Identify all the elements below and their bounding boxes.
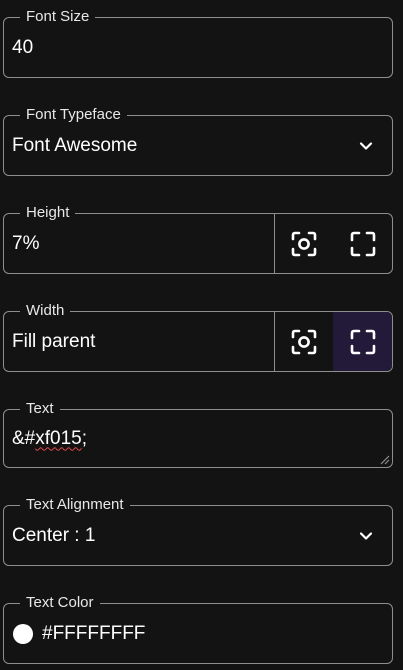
width-focus-button[interactable]	[275, 312, 333, 371]
height-label: Height	[20, 204, 76, 222]
focus-target-icon	[291, 329, 317, 354]
text-color-field[interactable]: Text Color #FFFFFFFF	[3, 594, 393, 664]
width-fill-button[interactable]	[333, 312, 392, 371]
text-alignment-label: Text Alignment	[20, 496, 130, 514]
text-alignment-value[interactable]: Center : 1	[12, 525, 95, 547]
text-field[interactable]: Text &#xf015;	[3, 400, 393, 468]
height-fill-button[interactable]	[333, 214, 392, 273]
text-input[interactable]: &#xf015;	[12, 428, 87, 450]
font-typeface-value[interactable]: Font Awesome	[12, 135, 137, 157]
font-size-label: Font Size	[20, 8, 96, 26]
properties-panel: Font Size 40 Font Typeface Font Awesome …	[0, 0, 403, 670]
font-size-input[interactable]: 40	[12, 37, 33, 59]
font-size-field[interactable]: Font Size 40	[3, 8, 393, 78]
width-input[interactable]: Fill parent	[12, 331, 95, 353]
height-focus-button[interactable]	[275, 214, 333, 273]
height-field: Height 7%	[3, 204, 393, 274]
fullscreen-icon	[350, 329, 375, 354]
font-typeface-select[interactable]: Font Typeface Font Awesome	[3, 106, 393, 176]
text-color-label: Text Color	[20, 594, 100, 612]
color-swatch[interactable]	[13, 623, 33, 644]
focus-target-icon	[291, 231, 317, 256]
text-value-prefix: &#	[12, 427, 36, 449]
chevron-down-icon[interactable]	[358, 528, 374, 544]
font-typeface-label: Font Typeface	[20, 106, 127, 124]
text-color-input[interactable]: #FFFFFFFF	[42, 623, 145, 645]
spellcheck-flagged-text: xf015	[35, 427, 82, 449]
width-label: Width	[20, 302, 71, 320]
height-input[interactable]: 7%	[12, 233, 39, 255]
fullscreen-icon	[350, 231, 375, 256]
text-value-suffix: ;	[81, 427, 88, 449]
width-field: Width Fill parent	[3, 302, 393, 372]
resize-handle-icon[interactable]	[380, 455, 390, 465]
chevron-down-icon[interactable]	[358, 138, 374, 154]
text-label: Text	[20, 400, 60, 418]
text-alignment-select[interactable]: Text Alignment Center : 1	[3, 496, 393, 566]
